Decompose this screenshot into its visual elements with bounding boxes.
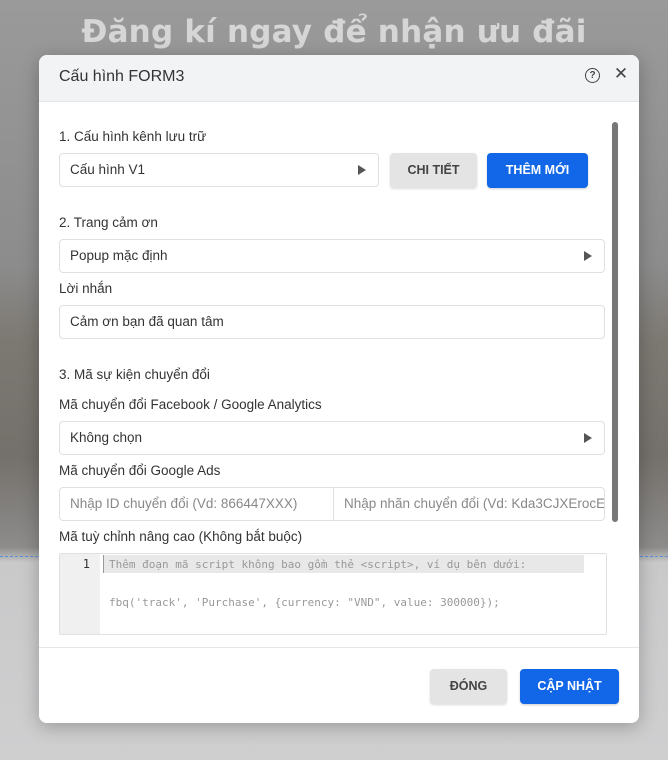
help-icon[interactable]: ? (585, 68, 600, 83)
thankyou-page-value: Popup mặc định (70, 248, 168, 263)
google-ads-id-input[interactable]: Nhập ID chuyển đổi (Vd: 866447XXX) (59, 487, 334, 521)
modal-title: Cấu hình FORM3 (59, 68, 185, 85)
code-placeholder-line-2: fbq('track', 'Purchase', {currency: "VND… (109, 596, 500, 609)
message-label: Lời nhắn (59, 281, 113, 296)
close-button[interactable]: ĐÓNG (430, 669, 507, 704)
modal-footer: ĐÓNG CẬP NHẬT (39, 647, 639, 723)
section-storage-label: 1. Cấu hình kênh lưu trữ (59, 129, 207, 144)
detail-button[interactable]: CHI TIẾT (390, 153, 477, 188)
code-gutter: 1 (60, 554, 100, 634)
modal-header: Cấu hình FORM3 ? ✕ (39, 55, 639, 102)
close-icon[interactable]: ✕ (613, 65, 629, 83)
custom-code-label: Mã tuỳ chỉnh nâng cao (Không bắt buộc) (59, 529, 303, 544)
line-number: 1 (82, 557, 90, 571)
message-input[interactable]: Cảm ơn bạn đã quan tâm (59, 305, 605, 339)
modal-body: 1. Cấu hình kênh lưu trữ Cấu hình V1 CHI… (39, 102, 639, 647)
code-placeholder-line-1: Thêm đoạn mã script không bao gồm thẻ <s… (109, 558, 527, 571)
section-thankyou-label: 2. Trang cảm ơn (59, 215, 158, 230)
caret-right-icon (584, 433, 592, 443)
background-heading: Đăng kí ngay để nhận ưu đãi (81, 14, 587, 50)
google-ads-label-input[interactable]: Nhập nhãn chuyển đổi (Vd: Kda3CJXErocE (333, 487, 605, 521)
storage-config-select[interactable]: Cấu hình V1 (59, 153, 379, 187)
google-ads-label: Mã chuyển đổi Google Ads (59, 463, 221, 478)
fb-ga-conversion-label: Mã chuyển đổi Facebook / Google Analytic… (59, 397, 322, 412)
config-modal: Cấu hình FORM3 ? ✕ 1. Cấu hình kênh lưu … (39, 55, 639, 723)
fb-ga-conversion-select[interactable]: Không chọn (59, 421, 605, 455)
caret-right-icon (584, 251, 592, 261)
update-button[interactable]: CẬP NHẬT (520, 669, 619, 704)
custom-code-editor[interactable]: 1 Thêm đoạn mã script không bao gồm thẻ … (59, 553, 607, 635)
modal-scrollbar[interactable] (612, 122, 618, 522)
add-new-button[interactable]: THÊM MỚI (487, 153, 588, 188)
thankyou-page-select[interactable]: Popup mặc định (59, 239, 605, 273)
fb-ga-conversion-value: Không chọn (70, 430, 143, 445)
caret-right-icon (358, 165, 366, 175)
section-conversion-label: 3. Mã sự kiện chuyển đổi (59, 367, 210, 382)
storage-config-value: Cấu hình V1 (70, 162, 146, 177)
